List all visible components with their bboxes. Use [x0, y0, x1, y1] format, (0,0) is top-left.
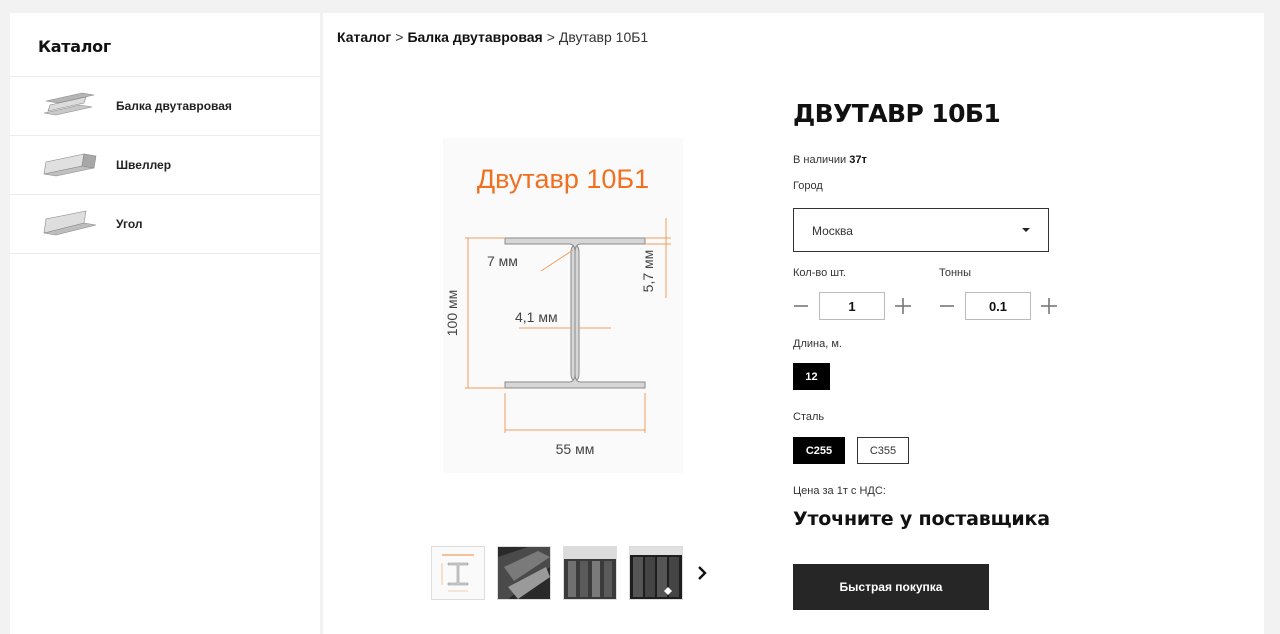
- quantity-label: Кол-во шт.: [793, 267, 846, 279]
- city-select[interactable]: Москва: [793, 208, 1049, 252]
- product-page: Каталог > Балка двутавровая > Двутавр 10Б1 Д…: [323, 13, 1264, 634]
- quantity-input[interactable]: [819, 292, 885, 320]
- dimension-flange-thickness: 5,7 мм: [640, 250, 656, 293]
- quick-buy-button[interactable]: Быстрая покупка: [793, 564, 989, 610]
- breadcrumb-current: Двутавр 10Б1: [558, 29, 649, 45]
- tons-decrement-button[interactable]: [939, 297, 957, 315]
- sidebar-item-angle[interactable]: Угол: [10, 195, 320, 254]
- channel-icon: [43, 153, 97, 177]
- stock-value: 37т: [849, 154, 867, 166]
- product-drawing[interactable]: Двутавр 10Б1 100 мм 55 мм 7 мм 4,1 мм 5,…: [443, 138, 683, 473]
- price-label: Цена за 1т с НДС:: [793, 485, 886, 497]
- steel-option-c255[interactable]: С255: [793, 437, 845, 464]
- thumbnail-drawing-image: [432, 547, 484, 599]
- plus-icon: [1041, 298, 1057, 314]
- dimension-web-thickness: 4,1 мм: [515, 309, 558, 325]
- thumbnail-photo-2-image: [564, 547, 616, 599]
- sidebar-item-channel[interactable]: Швеллер: [10, 136, 320, 195]
- tons-label: Тонны: [939, 267, 972, 279]
- quantity-increment-button[interactable]: [894, 297, 912, 315]
- chevron-right-icon[interactable]: [695, 561, 711, 585]
- breadcrumb: Каталог > Балка двутавровая > Двутавр 10Б1: [337, 29, 648, 45]
- minus-icon: [794, 305, 808, 307]
- breadcrumb-separator: >: [546, 29, 555, 45]
- steel-option-c355[interactable]: С355: [857, 437, 909, 464]
- caret-down-icon: [1022, 228, 1030, 232]
- thumbnail-photo-2[interactable]: [563, 546, 617, 600]
- breadcrumb-link-catalog[interactable]: Каталог: [337, 29, 391, 45]
- dimension-width: 55 мм: [556, 441, 595, 457]
- sidebar-item-label: Балка двутавровая: [116, 99, 232, 113]
- thumbnail-photo-3[interactable]: [629, 546, 683, 600]
- stock-label: В наличии: [793, 154, 847, 166]
- angle-icon: [43, 210, 97, 236]
- length-option-12[interactable]: 12: [793, 363, 830, 390]
- thumbnail-gallery: [431, 546, 695, 600]
- plus-icon: [895, 298, 911, 314]
- sidebar-item-label: Швеллер: [116, 158, 172, 172]
- dimension-flange-radius: 7 мм: [487, 253, 518, 269]
- breadcrumb-separator: >: [395, 29, 404, 45]
- product-title: ДВУТАВР 10Б1: [793, 99, 1001, 128]
- drawing-title: Двутавр 10Б1: [477, 164, 649, 194]
- tons-increment-button[interactable]: [1040, 297, 1058, 315]
- city-select-value: Москва: [812, 224, 853, 238]
- price-value: Уточните у поставщика: [793, 508, 1050, 530]
- length-label: Длина, м.: [793, 338, 842, 350]
- thumbnail-photo-3-image: [630, 547, 682, 599]
- sidebar-title: Каталог: [10, 13, 320, 77]
- sidebar-item-label: Угол: [116, 217, 143, 231]
- sidebar-item-i-beam[interactable]: Балка двутавровая: [10, 77, 320, 136]
- thumbnail-drawing[interactable]: [431, 546, 485, 600]
- quantity-decrement-button[interactable]: [793, 297, 811, 315]
- i-beam-icon: [43, 92, 95, 116]
- steel-label: Сталь: [793, 411, 825, 423]
- stock-info: В наличии 37т: [793, 154, 867, 166]
- thumbnail-photo-1[interactable]: [497, 546, 551, 600]
- dimension-height: 100 мм: [444, 290, 460, 337]
- tons-input[interactable]: [965, 292, 1031, 320]
- city-label: Город: [793, 180, 823, 192]
- thumbnail-photo-1-image: [498, 547, 550, 599]
- catalog-sidebar: Каталог Балка двутавровая Швеллер Угол: [10, 13, 320, 634]
- minus-icon: [940, 305, 954, 307]
- breadcrumb-link-i-beam[interactable]: Балка двутавровая: [407, 29, 542, 45]
